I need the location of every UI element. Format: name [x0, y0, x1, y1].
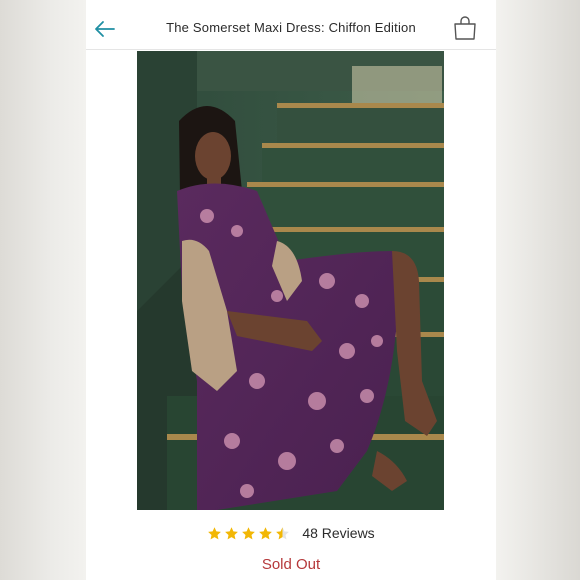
star-icon — [208, 526, 222, 539]
product-image[interactable] — [137, 51, 444, 510]
status-label: Sold Out — [261, 556, 321, 573]
page-title: The Somerset Maxi Dress: Chiffon Edition — [166, 20, 416, 35]
product-screen: The Somerset Maxi Dress: Chiffon Edition — [86, 0, 496, 580]
star-icon — [242, 526, 256, 539]
rating-row[interactable]: 48 Reviews — [86, 522, 496, 544]
right-backdrop — [496, 0, 580, 580]
shopping-bag-icon — [454, 16, 476, 40]
back-button[interactable] — [94, 18, 116, 40]
reviews-count[interactable]: 48 Reviews — [302, 525, 374, 541]
half-star-icon — [276, 526, 290, 539]
header: The Somerset Maxi Dress: Chiffon Edition — [86, 0, 496, 50]
star-icon — [259, 526, 273, 539]
left-backdrop — [0, 0, 86, 580]
dress-photo — [137, 51, 444, 510]
arrow-left-icon — [95, 21, 115, 37]
rating-stars — [207, 526, 290, 541]
star-icon — [225, 526, 239, 539]
shopping-bag-button[interactable] — [452, 15, 478, 41]
